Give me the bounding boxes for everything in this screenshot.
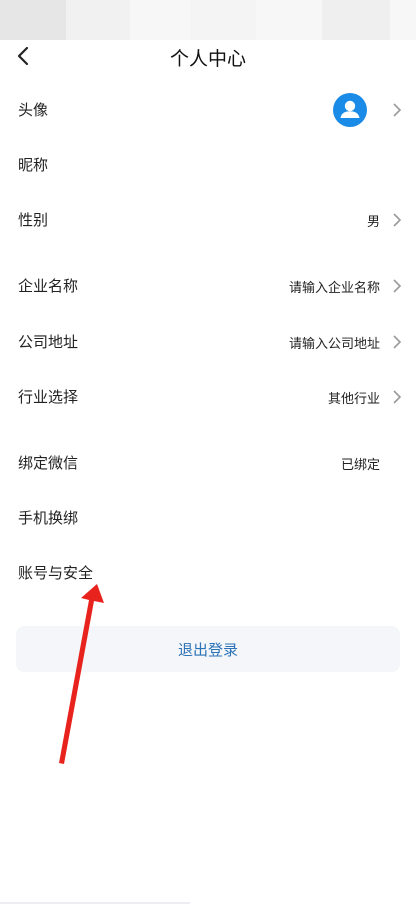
- row-label: 性别: [18, 211, 49, 229]
- row-label: 账号与安全: [18, 564, 94, 582]
- user-avatar-icon[interactable]: [333, 93, 367, 127]
- row-label: 公司地址: [18, 333, 79, 351]
- row-value: 其他行业: [327, 392, 380, 407]
- row-value: 请输入公司地址: [288, 337, 380, 352]
- chevron-right-icon: [393, 213, 402, 227]
- divider: [0, 902, 190, 904]
- row-gender[interactable]: 性别 男: [0, 192, 416, 248]
- row-nickname[interactable]: 昵称: [0, 137, 416, 193]
- row-company-name[interactable]: 企业名称 请输入企业名称: [0, 258, 416, 314]
- chevron-right-icon: [393, 335, 402, 349]
- page-title: 个人中心: [169, 48, 246, 70]
- status-bar-blur: [322, 0, 390, 40]
- status-bar-blur: [0, 0, 66, 40]
- logout-button[interactable]: 退出登录: [16, 626, 400, 672]
- row-value: 请输入企业名称: [288, 281, 380, 296]
- status-bar-blur: [66, 0, 130, 40]
- row-value: 已绑定: [340, 458, 380, 473]
- status-bar: [0, 0, 416, 40]
- row-value: 男: [366, 215, 380, 230]
- chevron-right-icon: [393, 390, 402, 404]
- row-account-security[interactable]: 账号与安全: [0, 545, 416, 601]
- chevron-right-icon: [393, 103, 402, 117]
- row-label: 企业名称: [18, 277, 79, 295]
- row-change-phone[interactable]: 手机换绑: [0, 490, 416, 546]
- profile-page: 个人中心 头像 昵称 性别 男 企业名称 请输入企业名称 公司地址 请输入公司地…: [0, 0, 416, 906]
- row-industry[interactable]: 行业选择 其他行业: [0, 369, 416, 425]
- row-label: 行业选择: [18, 388, 79, 406]
- status-bar-blur: [190, 0, 256, 40]
- logout-label: 退出登录: [177, 641, 238, 659]
- row-company-address[interactable]: 公司地址 请输入公司地址: [0, 314, 416, 370]
- row-bind-wechat[interactable]: 绑定微信 已绑定: [0, 435, 416, 491]
- row-label: 手机换绑: [18, 509, 79, 527]
- chevron-right-icon: [393, 279, 402, 293]
- nav-bar: 个人中心: [0, 40, 416, 76]
- row-label: 昵称: [18, 156, 49, 174]
- row-label: 绑定微信: [18, 454, 79, 472]
- row-label: 头像: [18, 101, 49, 119]
